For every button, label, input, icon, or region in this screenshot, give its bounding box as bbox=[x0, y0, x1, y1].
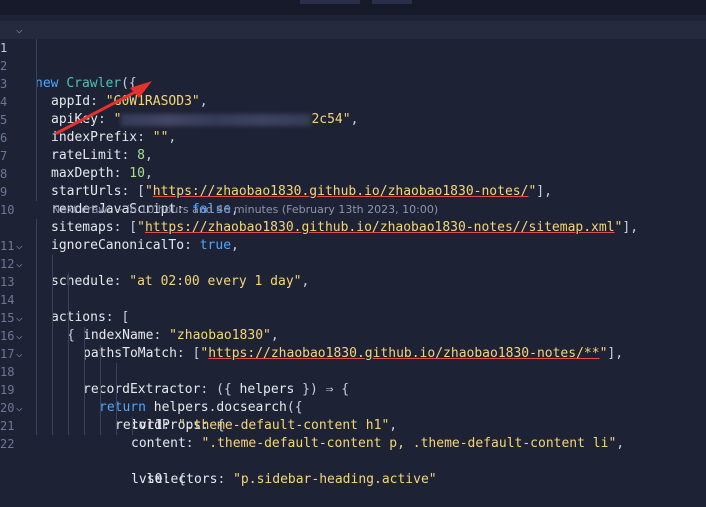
string-value: ".theme-default-content p, .theme-defaul… bbox=[201, 436, 617, 451]
line-number: 22 bbox=[0, 437, 15, 451]
code-editor[interactable]: 1 ⌵ new Crawler({ 2 appId: "G0W1RASOD3",… bbox=[0, 18, 706, 487]
annotation-arrow-icon bbox=[55, 81, 152, 135]
window-top-bar bbox=[0, 0, 706, 15]
string-value: "p.sidebar-heading.active" bbox=[233, 472, 437, 487]
property-key: selectors bbox=[147, 472, 218, 487]
property-key: content bbox=[131, 436, 186, 451]
punctuation: : bbox=[185, 436, 202, 451]
punctuation: , bbox=[616, 436, 625, 451]
top-tab-right[interactable] bbox=[372, 0, 412, 4]
punctuation: : bbox=[217, 472, 234, 487]
top-tab-left[interactable] bbox=[300, 0, 360, 4]
